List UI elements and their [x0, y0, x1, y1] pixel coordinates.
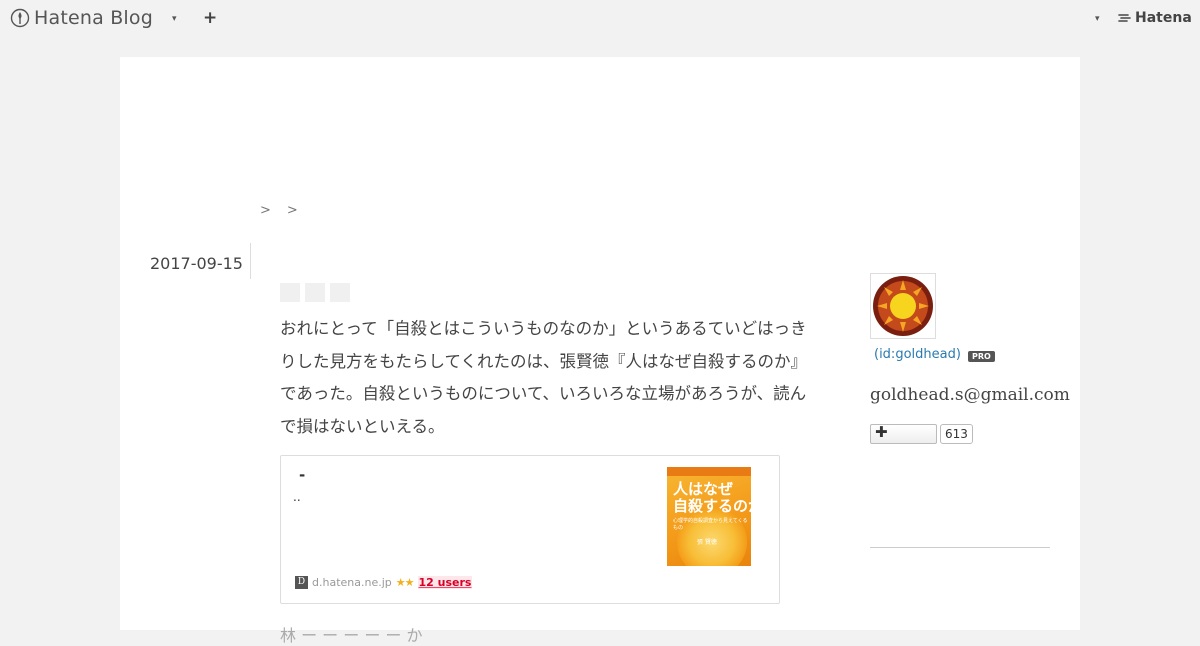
follow-button[interactable]: ✚ [870, 423, 937, 444]
star-icon[interactable]: ★★ [396, 576, 415, 589]
profile-email: goldhead.s@gmail.com [870, 385, 1070, 405]
embed-thumbnail[interactable]: 人はなぜ 自殺するのか 心理学的自殺調査から見えてくるもの 張 賢徳 [667, 467, 751, 566]
site-favicon-icon: D [295, 576, 308, 589]
book-title: 人はなぜ 自殺するのか [673, 480, 751, 515]
bookmark-users-count[interactable]: 12 users [417, 576, 473, 589]
embed-title[interactable]: - [299, 466, 305, 484]
hatena-logo-icon [1118, 14, 1131, 22]
entry-tags [280, 283, 350, 302]
book-subtitle: 心理学的自殺調査から見えてくるもの [673, 518, 748, 531]
blog-menu-chevron-down-icon[interactable]: ▾ [172, 14, 177, 24]
profile-id-link[interactable]: (id:goldhead) [874, 347, 961, 362]
breadcrumb: > > [260, 203, 298, 218]
embed-domain[interactable]: d.hatena.ne.jp [312, 576, 392, 589]
blog-content-area: > > 2017-09-15 おれにとって「自殺とはこういうものなのか」というあ… [120, 57, 1080, 645]
plus-icon: ✚ [875, 423, 888, 441]
hatena-label: Hatena [1135, 10, 1192, 26]
entry-body-line: であった。自殺というものについて、いろいろな立場があろうが、読ん [280, 384, 807, 403]
global-header: Hatena Blog ▾ + ▾ Hatena [0, 0, 1200, 38]
thumbnail-band [667, 467, 751, 476]
entry-body: おれにとって「自殺とはこういうものなのか」というあるていどはっき りした見方をも… [280, 313, 825, 443]
entry-body-line: りした見方をもたらしてくれたのは、張賢徳『人はなぜ自殺するのか』 [280, 351, 808, 371]
breadcrumb-separator: > [260, 203, 271, 218]
book-author: 張 賢徳 [697, 539, 717, 546]
sun-avatar-icon [873, 276, 933, 336]
avatar[interactable] [870, 273, 936, 339]
hatena-blog-logo-icon [10, 8, 30, 28]
embed-description: .. [293, 490, 301, 504]
sidebar-divider [870, 547, 1050, 548]
entry-body-line: で損はないといえる。 [280, 416, 445, 436]
pro-badge: PRO [968, 351, 995, 362]
hatena-menu[interactable]: Hatena [1118, 10, 1192, 26]
entry-date[interactable]: 2017-09-15 [150, 254, 243, 273]
entry-body-cutoff-line: 林 ー ー ー ー ー か [280, 626, 423, 645]
entry-tag[interactable] [330, 283, 350, 302]
embed-footer: D d.hatena.ne.jp ★★ 12 users [295, 576, 473, 589]
hatena-blog-brand[interactable]: Hatena Blog [10, 7, 153, 29]
date-divider [250, 243, 251, 279]
link-embed-card[interactable]: - .. 人はなぜ 自殺するのか 心理学的自殺調査から見えてくるもの 張 賢徳 … [280, 455, 780, 604]
brand-name: Hatena Blog [34, 7, 153, 29]
entry-tag[interactable] [305, 283, 325, 302]
breadcrumb-separator: > [286, 203, 298, 218]
bookmark-users-label: 12 users [418, 576, 472, 589]
follower-count[interactable]: 613 [940, 424, 973, 444]
new-entry-button[interactable]: + [203, 8, 217, 28]
account-menu-chevron-down-icon[interactable]: ▾ [1095, 14, 1100, 24]
entry-tag[interactable] [280, 283, 300, 302]
entry-body-line: おれにとって「自殺とはこういうものなのか」というあるていどはっき [280, 319, 807, 338]
